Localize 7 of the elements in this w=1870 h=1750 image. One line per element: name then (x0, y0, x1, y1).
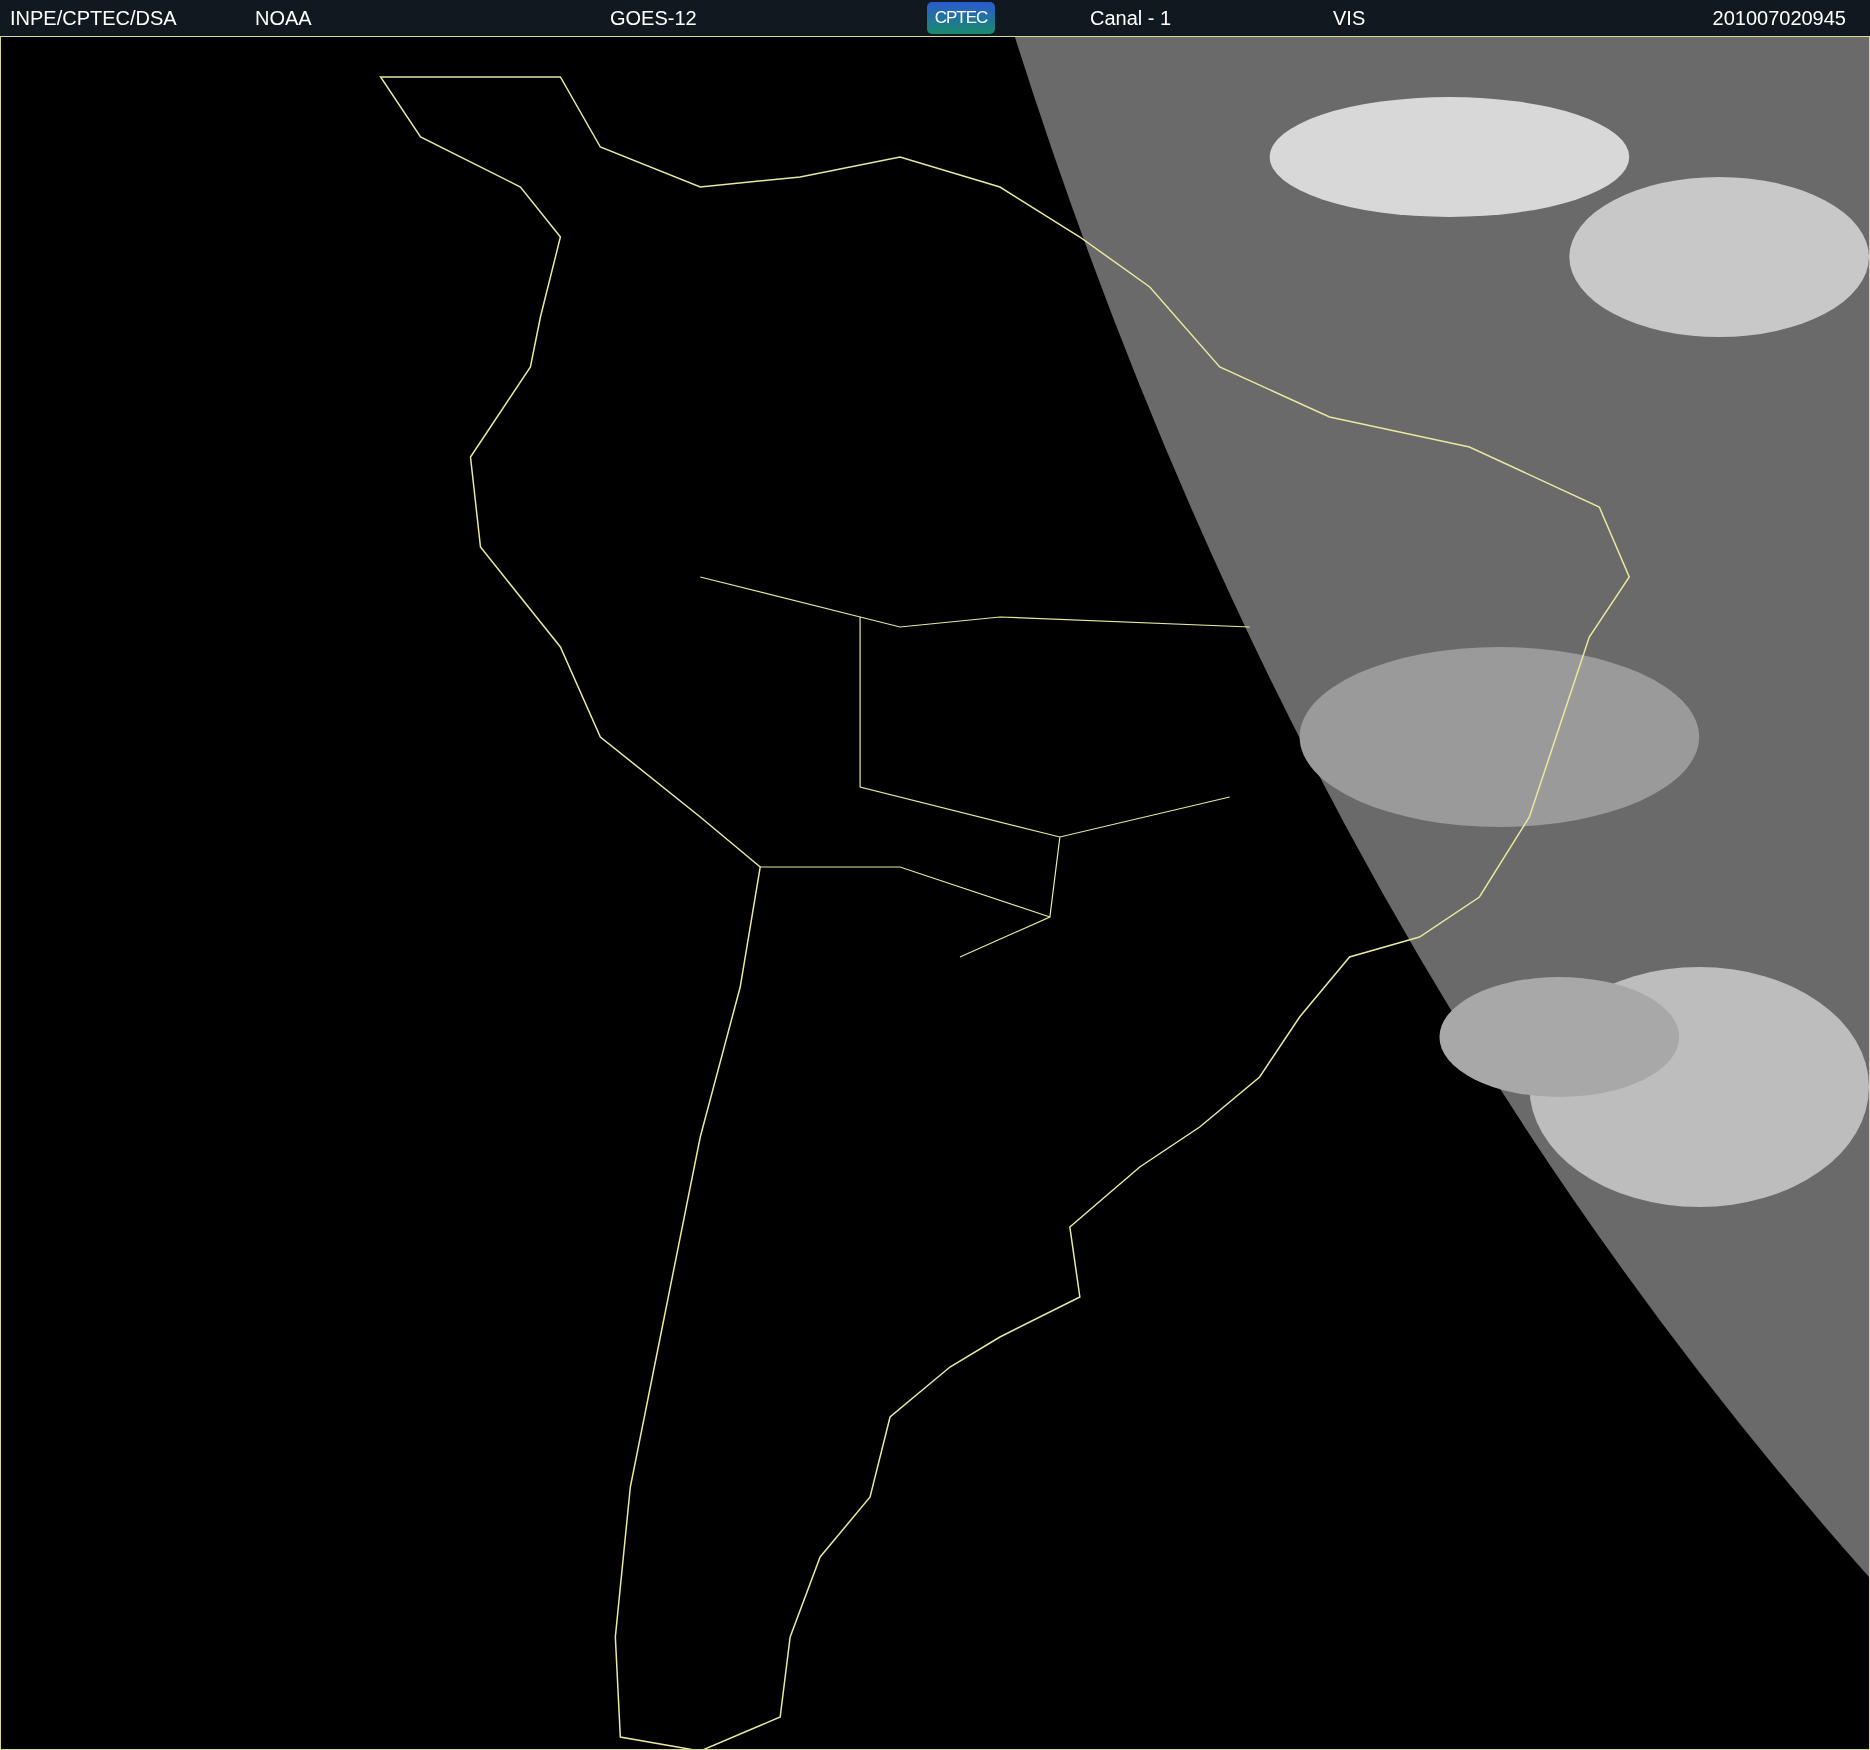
source-label: NOAA (255, 6, 313, 30)
band-label: VIS (1333, 6, 1367, 30)
satellite-label: GOES-12 (610, 6, 698, 30)
logo: CPTEC (927, 2, 995, 34)
channel-label: Canal - 1 (1090, 6, 1173, 30)
agency-label: INPE/CPTEC/DSA (10, 6, 178, 30)
timestamp-label: 201007020945 (1712, 6, 1846, 30)
